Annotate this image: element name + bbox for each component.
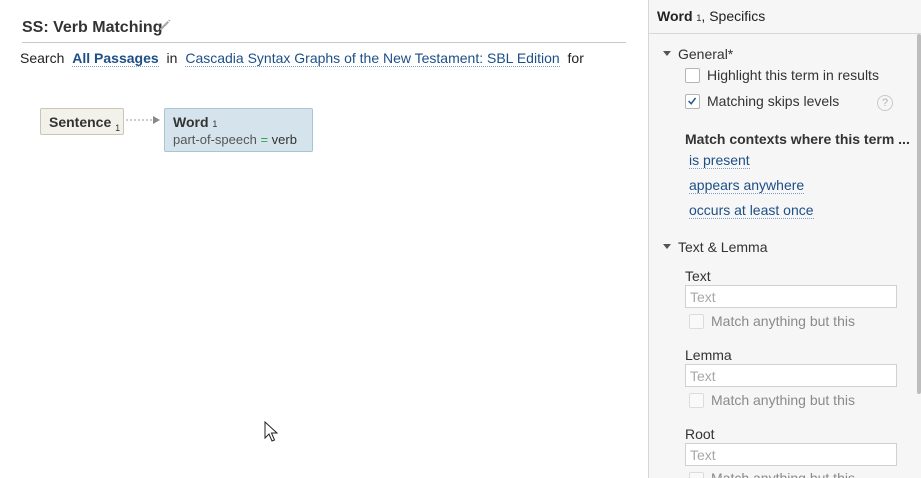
root-field-label: Root: [685, 426, 715, 442]
text-lemma-section-header[interactable]: Text & Lemma: [663, 239, 767, 255]
resource-link[interactable]: Cascadia Syntax Graphs of the New Testam…: [185, 50, 560, 67]
highlight-label[interactable]: Highlight this term in results: [707, 67, 879, 83]
context-option-anywhere[interactable]: appears anywhere: [689, 177, 805, 194]
specifics-term: Word: [657, 8, 693, 24]
checkmark-icon: [688, 97, 697, 105]
page-title[interactable]: SS: Verb Matching: [22, 19, 162, 37]
word-node-index: 1: [212, 119, 218, 129]
text-lemma-section-label: Text & Lemma: [678, 239, 768, 255]
word-node-attribute: part-of-speech = verb: [173, 132, 312, 147]
general-section-label: General*: [678, 46, 734, 62]
pencil-icon[interactable]: [158, 18, 172, 32]
general-section-header[interactable]: General*: [663, 46, 733, 62]
sentence-node-index: 1: [115, 122, 121, 133]
text-field-label: Text: [685, 268, 711, 284]
contexts-heading: Match contexts where this term ...: [685, 131, 910, 147]
triangle-down-icon: [663, 243, 671, 249]
specifics-header: Word 1, Specifics: [649, 0, 921, 34]
for-label: for: [567, 50, 584, 66]
title-row: SS: Verb Matching: [22, 18, 626, 43]
word-node-title: Word 1: [173, 114, 312, 130]
text-negate-label: Match anything but this: [711, 313, 855, 329]
sentence-node-label: Sentence: [49, 114, 112, 130]
lemma-input[interactable]: [685, 364, 897, 387]
root-input[interactable]: [685, 443, 897, 466]
lemma-negate-label: Match anything but this: [711, 392, 855, 408]
search-label: Search: [20, 50, 65, 66]
text-negate-checkbox[interactable]: [689, 314, 704, 329]
attribute-value: verb: [271, 132, 297, 147]
specifics-panel: Word 1, Specifics General* Highlight thi…: [648, 0, 921, 478]
lemma-field-label: Lemma: [685, 347, 732, 363]
specifics-title: Specifics: [709, 8, 766, 24]
context-option-once[interactable]: occurs at least once: [689, 202, 814, 219]
skips-levels-checkbox[interactable]: [685, 94, 700, 109]
root-negate-label: Match anything but this: [711, 470, 855, 478]
text-input[interactable]: [685, 285, 897, 308]
attribute-operator: =: [260, 132, 269, 147]
search-sentence: Search All Passages in Cascadia Syntax G…: [20, 50, 588, 67]
lemma-negate-checkbox[interactable]: [689, 393, 704, 408]
root-negate-checkbox[interactable]: [689, 472, 704, 478]
attribute-name: part-of-speech: [173, 132, 257, 147]
scope-link[interactable]: All Passages: [72, 50, 159, 67]
sentence-node[interactable]: Sentence 1: [40, 108, 124, 135]
arrow-right-icon: [126, 116, 160, 124]
context-option-present[interactable]: is present: [689, 152, 750, 169]
header-comma: ,: [701, 8, 706, 24]
help-icon[interactable]: ?: [877, 95, 893, 111]
search-editor-pane: SS: Verb Matching Search All Passages in…: [0, 0, 648, 478]
mouse-cursor-icon: [264, 421, 278, 442]
skips-levels-label[interactable]: Matching skips levels: [707, 93, 839, 109]
in-label: in: [166, 50, 178, 66]
panel-scrollbar[interactable]: [917, 34, 921, 394]
highlight-checkbox[interactable]: [685, 68, 700, 83]
word-node[interactable]: Word 1 part-of-speech = verb: [164, 108, 313, 152]
triangle-down-icon: [663, 50, 671, 56]
word-node-label: Word: [173, 114, 209, 130]
